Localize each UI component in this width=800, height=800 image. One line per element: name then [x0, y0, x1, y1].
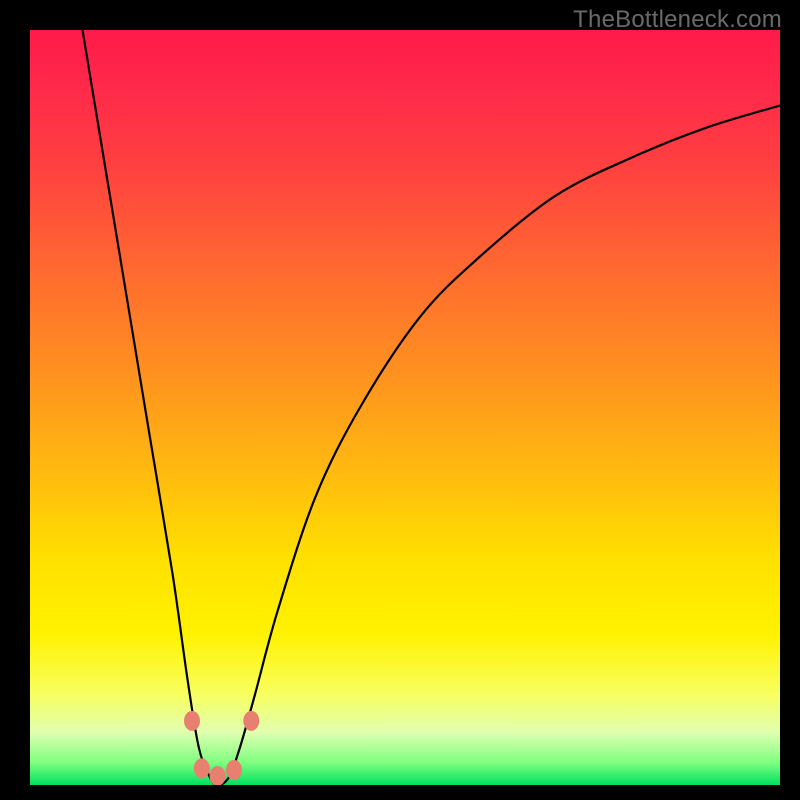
chart-svg — [30, 30, 780, 785]
curve-marker — [210, 766, 226, 785]
curve-marker — [184, 711, 200, 731]
curve-marker — [243, 711, 259, 731]
bottleneck-curve — [83, 30, 781, 785]
curve-markers — [184, 711, 259, 785]
watermark-text: TheBottleneck.com — [573, 6, 782, 34]
chart-plot-area — [30, 30, 780, 785]
curve-marker — [226, 760, 242, 780]
curve-marker — [194, 758, 210, 778]
